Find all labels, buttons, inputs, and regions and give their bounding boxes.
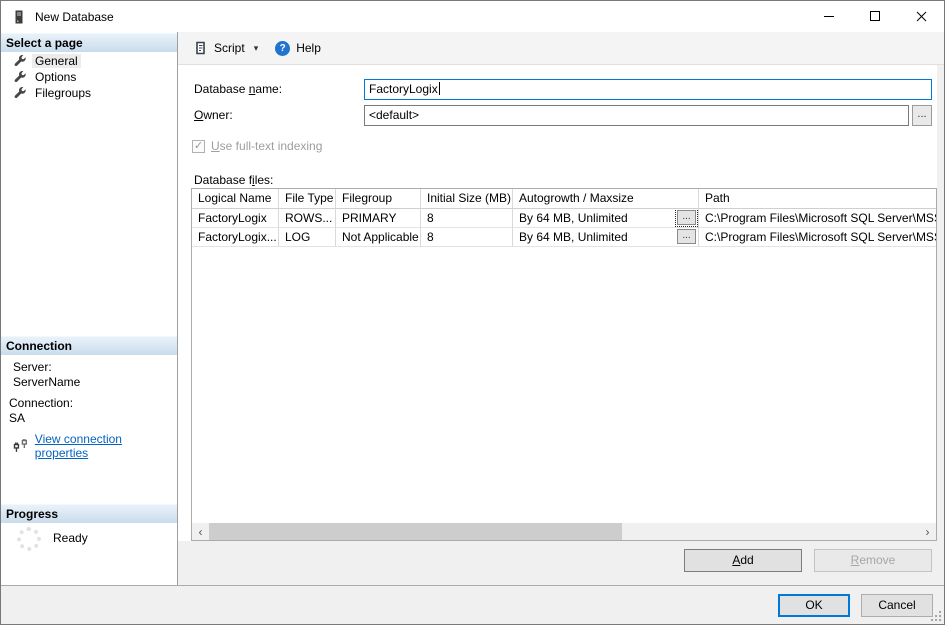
general-page-content: Database name: FactoryLogix Owner: <defa… xyxy=(178,65,937,541)
help-button[interactable]: ? Help xyxy=(271,38,325,59)
sidebar-item-options[interactable]: Options xyxy=(1,69,177,85)
cell-filegroup[interactable]: PRIMARY xyxy=(336,209,421,228)
column-header-path[interactable]: Path xyxy=(699,189,937,209)
text-cursor xyxy=(439,82,440,95)
toolbar: Script ▾ ? Help xyxy=(178,32,945,65)
wrench-icon xyxy=(14,55,26,67)
window-title: New Database xyxy=(35,10,114,24)
cell-file-type[interactable]: LOG xyxy=(279,228,336,247)
dialog-footer: OK Cancel xyxy=(1,585,944,624)
maximize-icon xyxy=(870,11,880,21)
wrench-icon xyxy=(14,87,26,99)
connection-label: Connection: xyxy=(9,396,177,411)
cell-logical-name[interactable]: FactoryLogix xyxy=(192,209,279,228)
sidebar-item-general[interactable]: General xyxy=(1,53,177,69)
sidebar-item-label: General xyxy=(32,54,81,68)
scrollbar-thumb[interactable] xyxy=(209,523,622,540)
select-a-page-header: Select a page xyxy=(1,33,177,52)
cell-initial-size[interactable]: 8 xyxy=(421,228,513,247)
wrench-icon xyxy=(14,71,26,83)
autogrowth-browse-button[interactable]: ... xyxy=(677,210,696,225)
help-label: Help xyxy=(296,41,321,55)
cell-initial-size[interactable]: 8 xyxy=(421,209,513,228)
cell-autogrowth[interactable]: By 64 MB, Unlimited ... xyxy=(513,228,699,247)
database-name-input[interactable]: FactoryLogix xyxy=(364,79,932,100)
owner-browse-button[interactable]: ... xyxy=(912,105,932,126)
server-value: ServerName xyxy=(13,375,177,390)
script-label: Script xyxy=(214,41,245,55)
scroll-right-arrow[interactable]: › xyxy=(919,523,936,540)
progress-header: Progress xyxy=(1,504,177,523)
cell-autogrowth[interactable]: By 64 MB, Unlimited ... xyxy=(513,209,699,228)
column-header-file-type[interactable]: File Type xyxy=(279,189,336,209)
main-panel: Script ▾ ? Help Database name: FactoryLo… xyxy=(178,32,945,585)
checkmark-icon: ✓ xyxy=(194,140,203,152)
progress-status: Ready xyxy=(53,531,88,545)
help-icon: ? xyxy=(275,41,290,56)
close-button[interactable] xyxy=(898,1,944,31)
grid-row-data-file[interactable]: FactoryLogix ROWS... PRIMARY 8 By 64 MB,… xyxy=(192,209,937,228)
minimize-button[interactable] xyxy=(806,1,852,31)
minimize-icon xyxy=(824,16,834,17)
maximize-button[interactable] xyxy=(852,1,898,31)
sidebar: Select a page General Options Filegroups… xyxy=(1,32,178,585)
progress-spinner-icon xyxy=(17,527,41,551)
column-header-autogrowth[interactable]: Autogrowth / Maxsize xyxy=(513,189,699,209)
titlebar[interactable]: New Database xyxy=(1,1,944,32)
owner-input[interactable]: <default> xyxy=(364,105,909,126)
owner-label: Owner: xyxy=(194,105,233,126)
resize-grip[interactable] xyxy=(930,610,942,622)
cell-logical-name[interactable]: FactoryLogix... xyxy=(192,228,279,247)
cell-path[interactable]: C:\Program Files\Microsoft SQL Server\MS… xyxy=(699,228,937,247)
script-icon xyxy=(194,41,208,55)
autogrowth-browse-button[interactable]: ... xyxy=(677,229,696,244)
fulltext-indexing-checkbox[interactable]: ✓ xyxy=(192,140,205,153)
cell-path[interactable]: C:\Program Files\Microsoft SQL Server\MS… xyxy=(699,209,937,228)
database-files-grid: Logical Name File Type Filegroup Initial… xyxy=(191,188,937,541)
cell-file-type[interactable]: ROWS... xyxy=(279,209,336,228)
connection-header: Connection xyxy=(1,336,177,355)
column-header-logical-name[interactable]: Logical Name xyxy=(192,189,279,209)
script-dropdown-arrow[interactable]: ▾ xyxy=(249,40,264,57)
server-label: Server: xyxy=(13,360,177,375)
grid-row-log-file[interactable]: FactoryLogix... LOG Not Applicable 8 By … xyxy=(192,228,937,247)
close-icon xyxy=(916,11,927,22)
connection-properties-icon xyxy=(13,439,30,453)
ok-button[interactable]: OK xyxy=(778,594,850,617)
grid-header-row: Logical Name File Type Filegroup Initial… xyxy=(192,189,937,209)
connection-value: SA xyxy=(9,411,177,426)
horizontal-scrollbar[interactable]: ‹ › xyxy=(192,523,936,540)
scroll-left-arrow[interactable]: ‹ xyxy=(192,523,209,540)
fulltext-indexing-label: Use full-text indexing xyxy=(211,136,322,157)
column-header-filegroup[interactable]: Filegroup xyxy=(336,189,421,209)
add-button[interactable]: Add xyxy=(684,549,802,572)
sidebar-item-label: Options xyxy=(32,70,79,84)
sidebar-item-filegroups[interactable]: Filegroups xyxy=(1,85,177,101)
cell-filegroup[interactable]: Not Applicable xyxy=(336,228,421,247)
cancel-button[interactable]: Cancel xyxy=(861,594,933,617)
sidebar-item-label: Filegroups xyxy=(32,86,94,100)
database-window-icon xyxy=(12,10,26,24)
page-list: General Options Filegroups xyxy=(1,53,177,101)
column-header-initial-size[interactable]: Initial Size (MB) xyxy=(421,189,513,209)
remove-button[interactable]: Remove xyxy=(814,549,932,572)
script-button[interactable]: Script xyxy=(190,38,249,58)
new-database-dialog: New Database Select a page General Optio… xyxy=(0,0,945,625)
database-name-label: Database name: xyxy=(194,79,282,100)
view-connection-properties-link[interactable]: View connection properties xyxy=(35,432,177,460)
